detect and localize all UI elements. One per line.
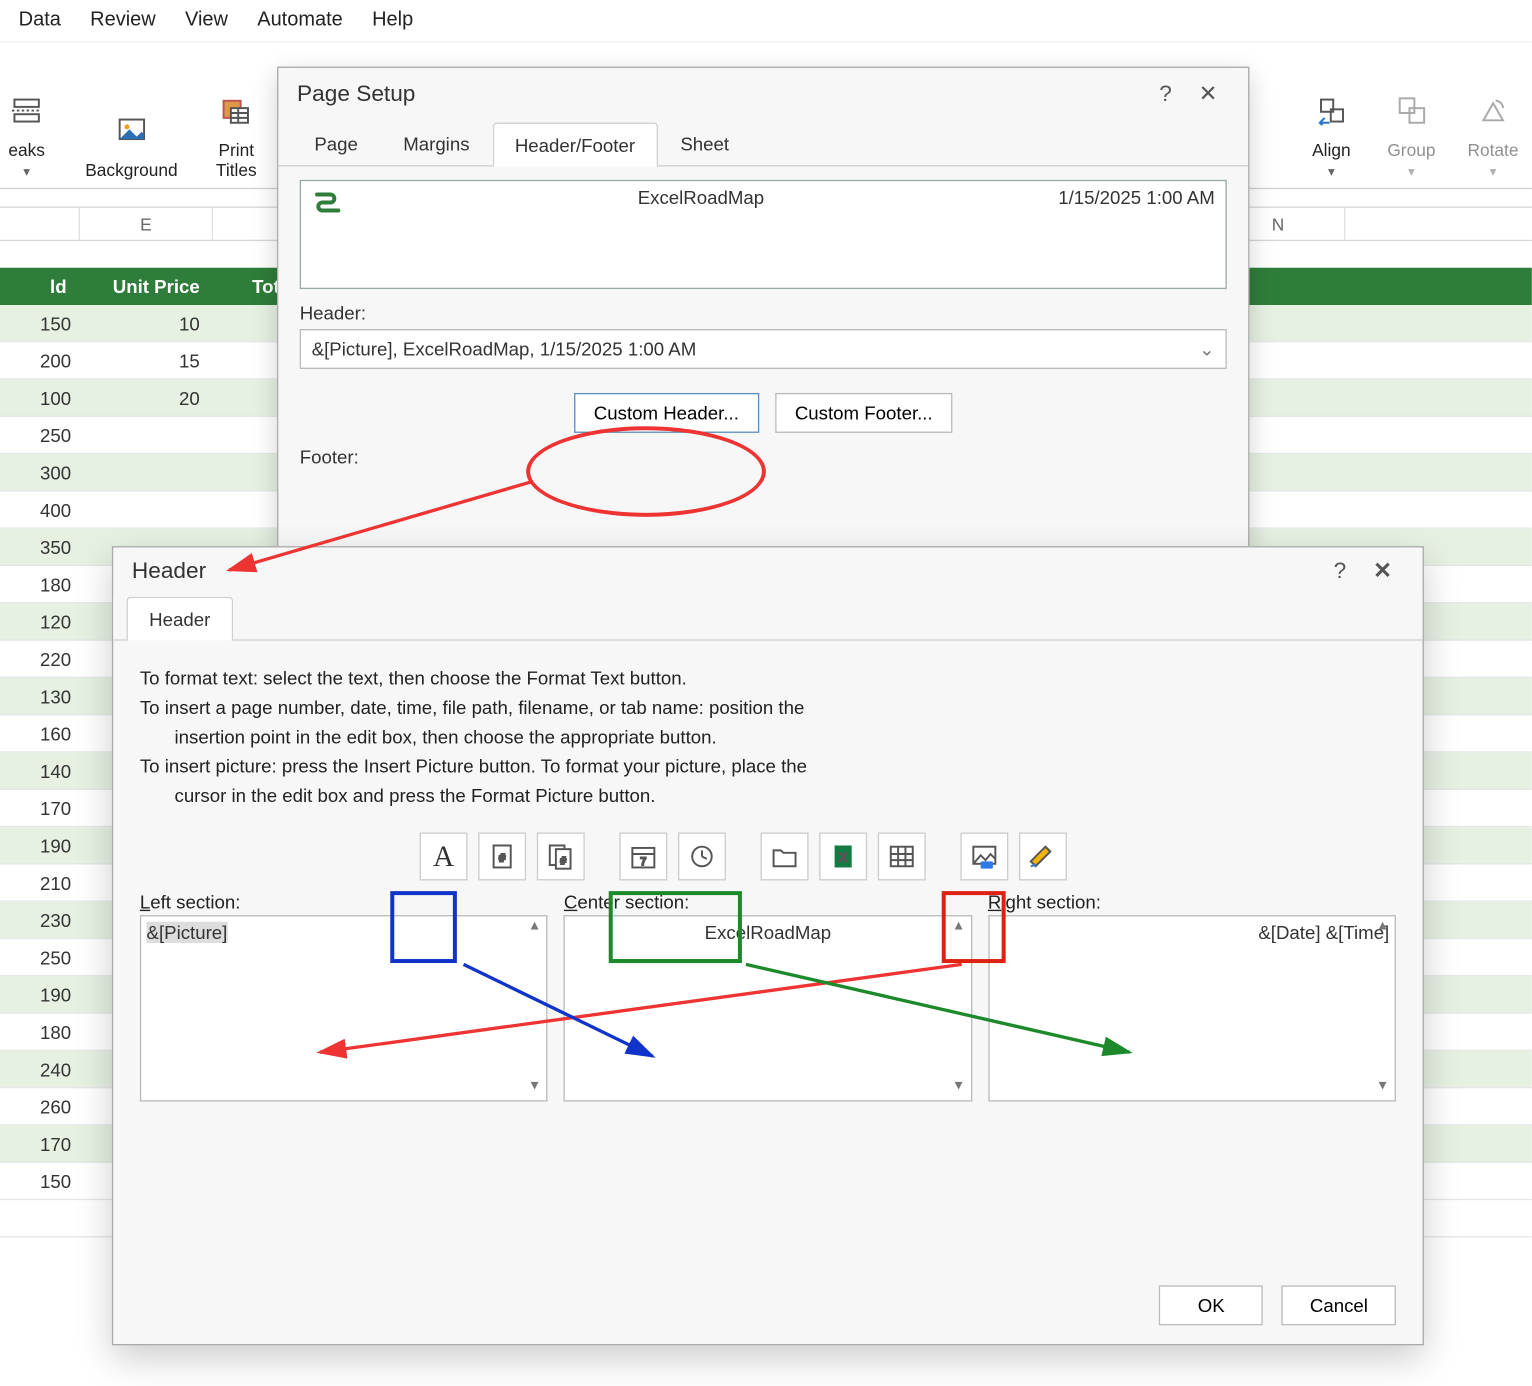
chevron-down-icon: ▾ xyxy=(23,165,30,180)
svg-text:X: X xyxy=(839,850,847,864)
file-path-button[interactable] xyxy=(761,833,809,881)
menu-automate[interactable]: Automate xyxy=(257,8,343,31)
menu-view[interactable]: View xyxy=(185,8,228,31)
menu-help[interactable]: Help xyxy=(372,8,413,31)
rotate-icon xyxy=(1469,87,1517,135)
page-setup-tabs: Page Margins Header/Footer Sheet xyxy=(278,121,1248,166)
center-section-input[interactable]: ExcelRoadMap ▲▼ xyxy=(564,915,972,1101)
tab-sheet[interactable]: Sheet xyxy=(658,121,752,165)
time-button[interactable] xyxy=(678,833,726,881)
tab-margins[interactable]: Margins xyxy=(381,121,493,165)
page-number-button[interactable]: # xyxy=(478,833,526,881)
insert-picture-button[interactable] xyxy=(960,833,1008,881)
ribbon-print-titles[interactable]: Print Titles xyxy=(212,48,260,180)
menu-data[interactable]: Data xyxy=(19,8,61,31)
date-button[interactable]: 7 xyxy=(619,833,667,881)
tab-header[interactable]: Header xyxy=(127,597,233,641)
close-button[interactable]: ✕ xyxy=(1187,81,1230,108)
background-icon xyxy=(107,107,155,155)
close-button[interactable]: ✕ xyxy=(1361,558,1404,585)
ribbon-rotate[interactable]: Rotate ▾ xyxy=(1467,48,1518,180)
tab-header-footer[interactable]: Header/Footer xyxy=(492,123,658,167)
chevron-down-icon: ▾ xyxy=(1328,165,1335,180)
ribbon-breaks[interactable]: eaks ▾ xyxy=(3,48,51,180)
header-combo[interactable]: &[Picture], ExcelRoadMap, 1/15/2025 1:00… xyxy=(300,329,1227,369)
cancel-button[interactable]: Cancel xyxy=(1282,1285,1396,1325)
ribbon-align[interactable]: Align ▾ xyxy=(1307,48,1355,180)
menu-bar: Data Review View Automate Help xyxy=(0,0,1532,43)
custom-header-button[interactable]: Custom Header... xyxy=(574,393,759,433)
ok-button[interactable]: OK xyxy=(1159,1285,1263,1325)
header-label: Header: xyxy=(300,302,1227,323)
ribbon-rotate-label: Rotate xyxy=(1467,140,1518,160)
align-icon xyxy=(1307,87,1355,135)
help-button[interactable]: ? xyxy=(1144,81,1187,108)
print-titles-icon xyxy=(212,87,260,135)
help-button[interactable]: ? xyxy=(1319,558,1362,585)
left-section-input[interactable]: &[Picture] ▲▼ xyxy=(140,915,548,1101)
tab-page[interactable]: Page xyxy=(292,121,381,165)
ribbon-group[interactable]: Group ▾ xyxy=(1387,48,1435,180)
left-section-label: eft section: xyxy=(150,891,240,912)
ribbon-breaks-label: eaks xyxy=(8,140,45,160)
chevron-down-icon: ▾ xyxy=(1490,165,1497,180)
right-section-label: ight section: xyxy=(1001,891,1101,912)
format-picture-button[interactable] xyxy=(1019,833,1067,881)
breaks-icon xyxy=(3,87,51,135)
ribbon-print-titles-label: Print Titles xyxy=(216,140,257,180)
header-toolbar: A # # 7 X xyxy=(420,833,1396,881)
header-dialog: Header ? ✕ Header To format text: select… xyxy=(112,546,1424,1345)
chevron-down-icon: ▾ xyxy=(1408,165,1415,180)
pages-button[interactable]: # xyxy=(537,833,585,881)
footer-label: Footer: xyxy=(300,446,1227,467)
roadmap-icon xyxy=(312,186,344,218)
menu-review[interactable]: Review xyxy=(90,8,156,31)
ribbon-align-label: Align xyxy=(1312,140,1351,160)
header-dialog-title: Header xyxy=(132,558,206,585)
format-text-button[interactable]: A xyxy=(420,833,468,881)
instructions: To format text: select the text, then ch… xyxy=(140,667,1396,806)
page-setup-title: Page Setup xyxy=(297,81,415,108)
page-setup-dialog: Page Setup ? ✕ Page Margins Header/Foote… xyxy=(277,67,1249,553)
svg-text:7: 7 xyxy=(640,856,646,868)
center-section-label: enter section: xyxy=(577,891,689,912)
ribbon-background[interactable]: Background xyxy=(85,48,177,180)
sheet-name-button[interactable] xyxy=(878,833,926,881)
right-section-input[interactable]: &[Date] &[Time] ▲▼ xyxy=(988,915,1396,1101)
header-preview: ExcelRoadMap 1/15/2025 1:00 AM xyxy=(300,180,1227,289)
svg-text:#: # xyxy=(560,856,566,867)
chevron-down-icon: ⌄ xyxy=(1199,338,1215,361)
file-name-button[interactable]: X xyxy=(819,833,867,881)
custom-footer-button[interactable]: Custom Footer... xyxy=(775,393,953,433)
ribbon-background-label: Background xyxy=(85,160,177,180)
header-sections: Left section: &[Picture] ▲▼ Center secti… xyxy=(140,891,1396,1101)
svg-text:#: # xyxy=(499,852,506,864)
ribbon-group-label: Group xyxy=(1387,140,1435,160)
group-icon xyxy=(1387,87,1435,135)
